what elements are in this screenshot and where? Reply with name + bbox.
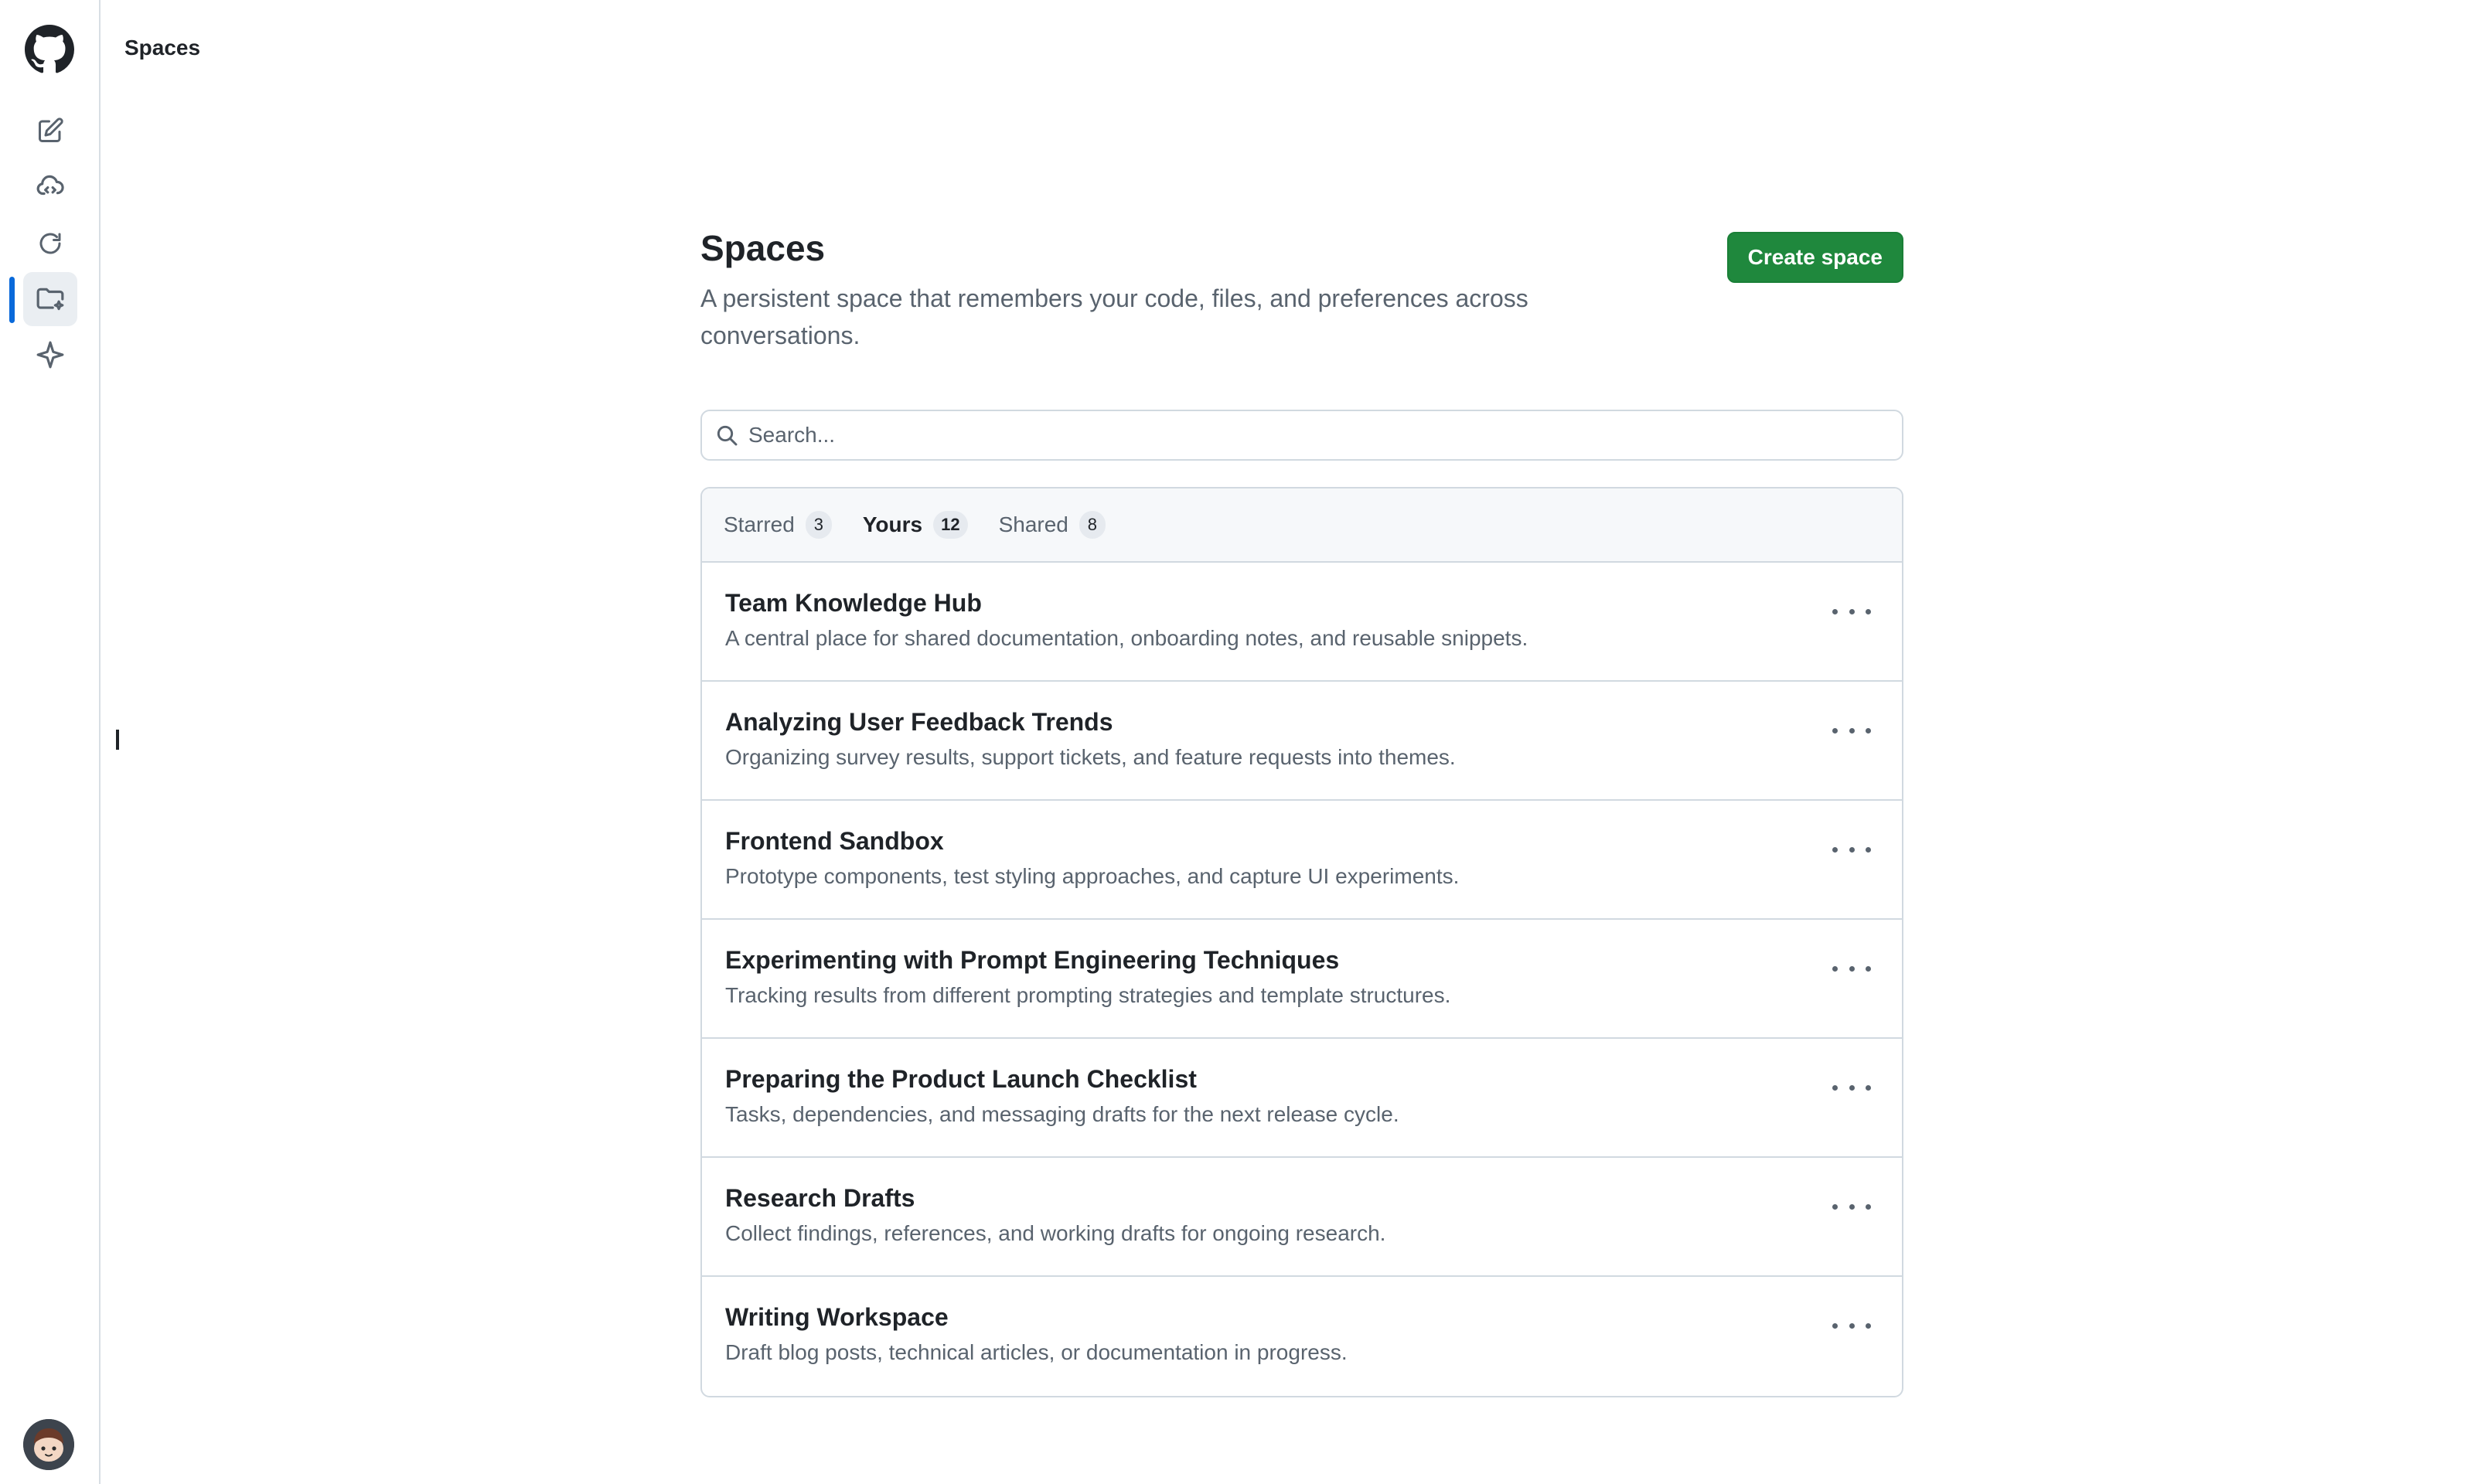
space-title[interactable]: Research Drafts	[725, 1181, 1879, 1215]
search-input[interactable]	[748, 423, 1831, 448]
list-item[interactable]: Research Drafts Collect findings, refere…	[702, 1158, 1902, 1277]
tab-starred[interactable]: Starred 3	[724, 511, 832, 539]
folder-sparkle-icon	[36, 288, 64, 311]
space-description: Organizing survey results, support ticke…	[725, 745, 1456, 769]
space-title[interactable]: Experimenting with Prompt Engineering Te…	[725, 943, 1879, 977]
tab-yours[interactable]: Yours 12	[863, 511, 968, 539]
tab-counter: 12	[933, 511, 968, 539]
sidebar-item-history[interactable]	[23, 216, 77, 271]
more-options-icon[interactable]	[1832, 1314, 1871, 1337]
space-title[interactable]: Preparing the Product Launch Checklist	[725, 1062, 1879, 1096]
space-title[interactable]: Analyzing User Feedback Trends	[725, 705, 1879, 739]
more-options-icon[interactable]	[1832, 600, 1871, 623]
space-title[interactable]: Writing Workspace	[725, 1300, 1879, 1334]
space-title[interactable]: Frontend Sandbox	[725, 824, 1879, 858]
list-item[interactable]: Writing Workspace Draft blog posts, tech…	[702, 1277, 1902, 1396]
tab-label: Shared	[998, 512, 1068, 536]
tab-shared[interactable]: Shared 8	[999, 511, 1106, 539]
space-description: Tasks, dependencies, and messaging draft…	[725, 1102, 1399, 1126]
more-options-icon[interactable]	[1832, 1195, 1871, 1218]
more-options-icon[interactable]	[1832, 1076, 1871, 1099]
search-box[interactable]	[700, 410, 1903, 461]
sidebar-item-spaces[interactable]	[23, 272, 77, 326]
more-options-icon[interactable]	[1832, 719, 1871, 742]
github-logo-icon[interactable]	[25, 25, 74, 74]
page-description: A persistent space that remembers your c…	[700, 284, 1528, 349]
more-options-icon[interactable]	[1832, 838, 1871, 861]
list-item[interactable]: Preparing the Product Launch Checklist T…	[702, 1039, 1902, 1158]
tab-label: Starred	[724, 512, 795, 536]
left-rail	[0, 0, 101, 1484]
filter-tabs: Starred 3 Yours 12 Shared 8	[702, 488, 1902, 563]
user-avatar-icon	[23, 1419, 74, 1470]
space-title[interactable]: Team Knowledge Hub	[725, 586, 1879, 620]
space-description: Prototype components, test styling appro…	[725, 864, 1460, 888]
sidebar-item-copilot[interactable]	[23, 328, 77, 382]
space-description: Tracking results from different promptin…	[725, 983, 1451, 1007]
spaces-list: Starred 3 Yours 12 Shared 8 Team Knowled…	[700, 487, 1903, 1397]
pencil-square-icon	[39, 117, 63, 142]
refresh-icon	[39, 233, 61, 254]
sparkle-icon	[36, 341, 64, 369]
sidebar-item-new-chat[interactable]	[23, 104, 77, 158]
avatar[interactable]	[23, 1419, 74, 1470]
tab-counter: 3	[805, 511, 832, 539]
sidebar-item-agents[interactable]	[23, 159, 77, 213]
search-icon	[717, 425, 738, 446]
cloud-code-icon	[36, 175, 64, 196]
space-description: Collect findings, references, and workin…	[725, 1221, 1386, 1245]
list-item[interactable]: Experimenting with Prompt Engineering Te…	[702, 920, 1902, 1039]
create-space-button[interactable]: Create space	[1726, 232, 1903, 283]
more-options-icon[interactable]	[1832, 957, 1871, 980]
space-description: A central place for shared documentation…	[725, 626, 1528, 650]
spaces-main: Spaces A persistent space that remembers…	[700, 224, 1903, 1397]
text-cursor	[116, 730, 119, 750]
tab-label: Yours	[862, 512, 923, 536]
app-window: Spaces Spaces A persistent space that re…	[0, 0, 2474, 1484]
list-item[interactable]: Frontend Sandbox Prototype components, t…	[702, 801, 1902, 920]
list-item[interactable]: Team Knowledge Hub A central place for s…	[702, 563, 1902, 682]
page-title: Spaces	[700, 228, 826, 268]
list-item[interactable]: Analyzing User Feedback Trends Organizin…	[702, 682, 1902, 801]
tab-counter: 8	[1079, 511, 1106, 539]
space-description: Draft blog posts, technical articles, or…	[725, 1340, 1348, 1364]
active-indicator	[9, 277, 15, 323]
page-header-title: Spaces	[124, 36, 201, 60]
